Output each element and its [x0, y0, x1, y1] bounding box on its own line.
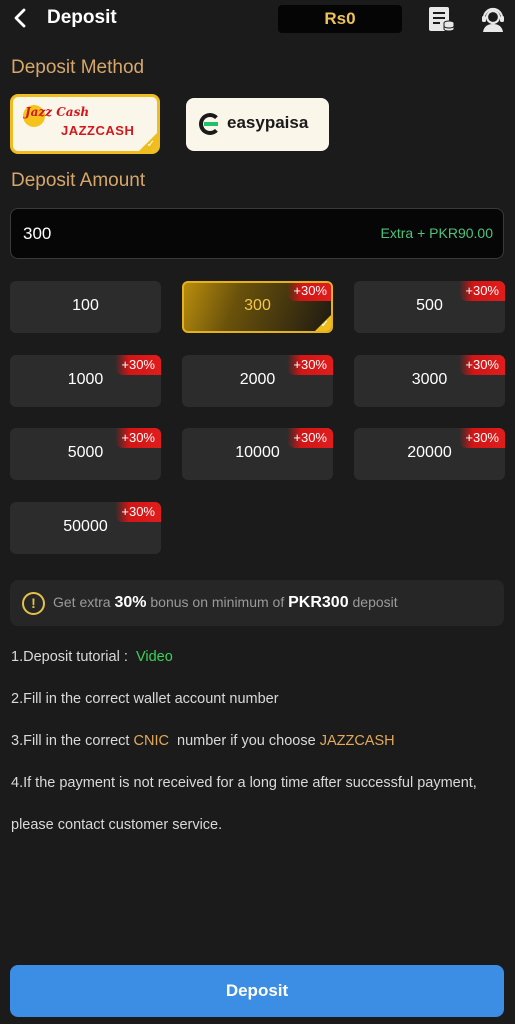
- bonus-minimum-amount: PKR300: [288, 594, 349, 611]
- instruction-4: 4.If the payment is not received for a l…: [11, 775, 477, 791]
- bonus-text: Get extra 30% bonus on minimum of PKR300…: [53, 594, 398, 612]
- instruction-3-text: 3.Fill in the correct: [11, 733, 134, 749]
- amount-value[interactable]: 300: [23, 224, 51, 244]
- amount-option-value: 100: [72, 297, 99, 314]
- info-icon: !: [22, 592, 45, 615]
- jazzcash-brand-text: JAZZCASH: [61, 123, 135, 138]
- deposit-button[interactable]: Deposit: [10, 965, 504, 1017]
- deposit-method-label: Deposit Method: [11, 57, 145, 78]
- amount-option[interactable]: +30% 500: [354, 281, 505, 333]
- jazzcash-logo-script: Jazz Cash: [25, 105, 90, 119]
- video-tutorial-link[interactable]: Video: [136, 649, 173, 665]
- amount-option-value: 1000: [67, 371, 104, 388]
- amount-option-value: 300: [244, 297, 271, 314]
- bonus-middle: bonus on minimum of: [146, 594, 289, 610]
- instruction-3: 3.Fill in the correct CNIC number if you…: [11, 733, 395, 749]
- balance-display: Rs0: [278, 5, 402, 33]
- amount-option[interactable]: +30% 1000: [10, 355, 161, 407]
- bonus-notice: ! Get extra 30% bonus on minimum of PKR3…: [10, 580, 504, 626]
- amount-option[interactable]: 100: [10, 281, 161, 333]
- check-icon: ✓: [146, 139, 155, 150]
- cnic-highlight: CNIC: [133, 733, 169, 749]
- bonus-suffix: deposit: [348, 594, 398, 610]
- check-icon: ✓: [320, 319, 329, 330]
- amount-input[interactable]: 300 Extra + PKR90.00: [10, 208, 504, 259]
- instruction-3-middle: number if you choose: [168, 733, 320, 749]
- amount-option-value: 3000: [411, 371, 448, 388]
- amount-option-value: 5000: [67, 444, 104, 461]
- bonus-prefix: Get extra: [53, 594, 115, 610]
- bonus-percent: 30%: [114, 594, 147, 611]
- easypaisa-brand-text: easypaisa: [227, 113, 309, 132]
- deposit-amount-label: Deposit Amount: [11, 170, 146, 191]
- amount-option[interactable]: +30% 5000: [10, 428, 161, 480]
- amount-option[interactable]: +30% 2000: [182, 355, 333, 407]
- amount-option[interactable]: +30% 50000: [10, 502, 161, 554]
- instruction-1: 1.Deposit tutorial : Video: [11, 649, 173, 665]
- deposit-records-icon[interactable]: [426, 4, 456, 34]
- easypaisa-logo-dot: [204, 122, 218, 126]
- instruction-1-text: 1.Deposit tutorial :: [11, 649, 128, 665]
- page-title: Deposit: [47, 7, 117, 28]
- amount-option-selected[interactable]: +30% 300 ✓: [182, 281, 333, 333]
- customer-service-icon[interactable]: [478, 4, 508, 34]
- amount-option-value: 10000: [235, 444, 280, 461]
- back-icon[interactable]: [8, 4, 34, 32]
- amount-option-value: 50000: [63, 518, 108, 535]
- amount-option-value: 500: [416, 297, 443, 314]
- jazzcash-method[interactable]: Jazz Cash JAZZCASH ✓: [10, 94, 160, 154]
- amount-option-value: 2000: [239, 371, 276, 388]
- instruction-4-continued: please contact customer service.: [11, 817, 223, 833]
- amount-option[interactable]: +30% 3000: [354, 355, 505, 407]
- amount-option-value: 20000: [407, 444, 452, 461]
- jazzcash-highlight: JAZZCASH: [319, 733, 395, 749]
- extra-bonus-text: Extra + PKR90.00: [380, 225, 493, 241]
- instruction-2: 2.Fill in the correct wallet account num…: [11, 691, 279, 707]
- amount-option[interactable]: +30% 10000: [182, 428, 333, 480]
- header: Deposit Rs0: [0, 0, 515, 38]
- easypaisa-method[interactable]: easypaisa: [186, 98, 329, 151]
- amount-option[interactable]: +30% 20000: [354, 428, 505, 480]
